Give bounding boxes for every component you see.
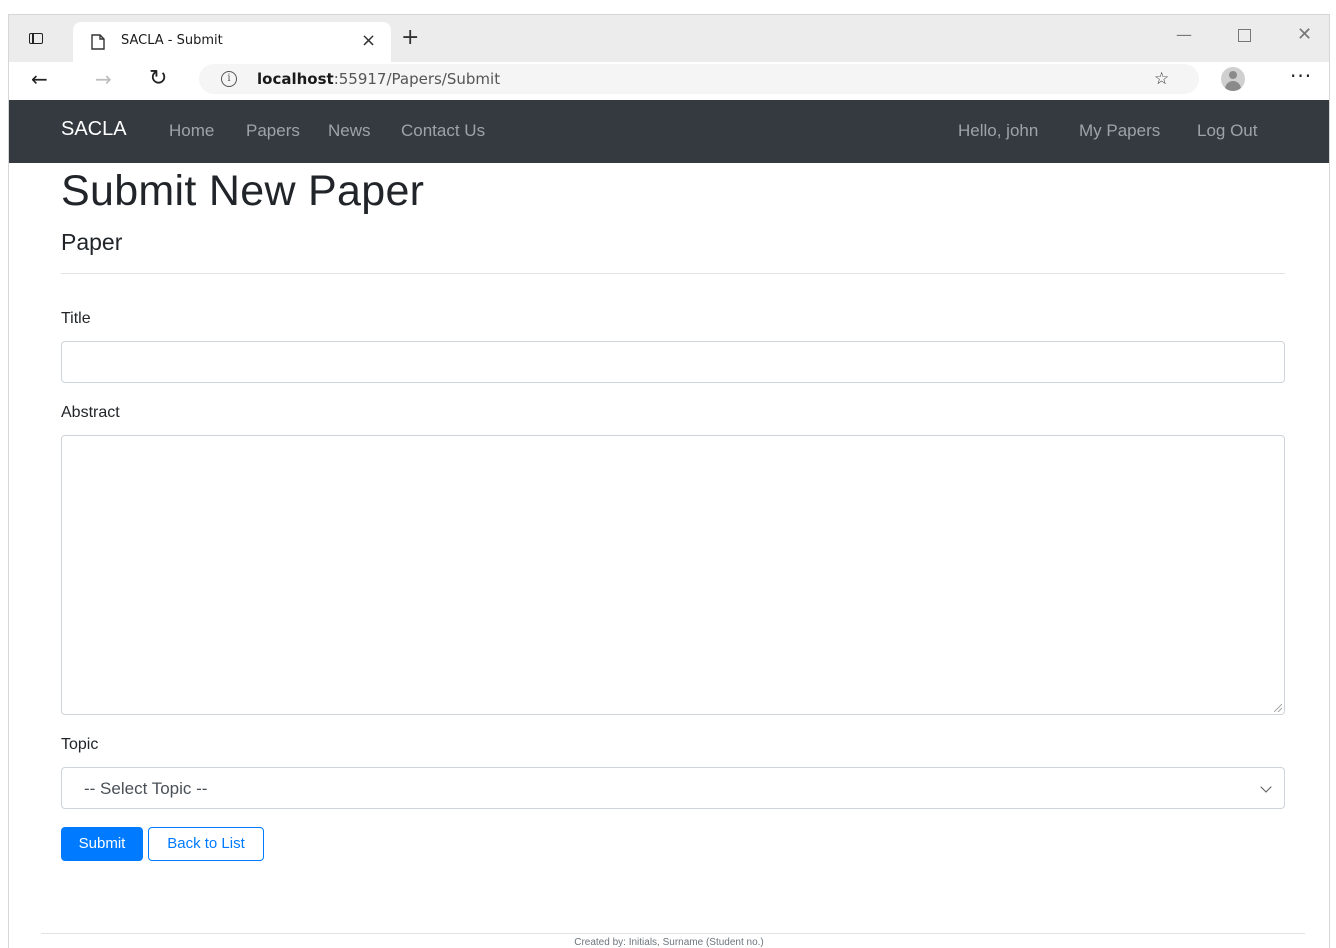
nav-link-my-papers[interactable]: My Papers xyxy=(1079,121,1160,141)
info-icon[interactable]: i xyxy=(221,71,237,87)
profile-icon[interactable] xyxy=(1221,67,1245,91)
maximize-icon[interactable] xyxy=(1238,29,1251,42)
close-tab-icon[interactable]: × xyxy=(361,30,376,52)
minimize-icon[interactable]: — xyxy=(1176,25,1192,45)
section-heading: Paper xyxy=(61,229,123,255)
topic-label: Topic xyxy=(61,736,99,753)
address-bar: ← → ↻ i localhost:55917/Papers/Submit ☆ … xyxy=(9,62,1329,101)
nav-link-contact-us[interactable]: Contact Us xyxy=(401,121,485,141)
page-icon xyxy=(91,34,105,50)
back-icon[interactable]: ← xyxy=(31,68,48,90)
user-greeting-link[interactable]: Hello, john xyxy=(958,121,1038,141)
reload-icon[interactable]: ↻ xyxy=(149,68,167,90)
url-host: localhost xyxy=(257,70,334,88)
abstract-label: Abstract xyxy=(61,404,120,421)
tab-actions-icon[interactable] xyxy=(26,31,46,47)
url-text[interactable]: localhost:55917/Papers/Submit xyxy=(257,70,500,88)
url-field[interactable]: i localhost:55917/Papers/Submit ☆ xyxy=(199,64,1199,94)
chevron-down-icon xyxy=(1260,781,1272,793)
footer-divider xyxy=(41,933,1305,934)
title-input[interactable] xyxy=(61,341,1285,383)
favorite-icon[interactable]: ☆ xyxy=(1154,69,1169,89)
title-label: Title xyxy=(61,310,91,327)
close-window-icon[interactable]: ✕ xyxy=(1297,25,1312,45)
nav-link-papers[interactable]: Papers xyxy=(246,121,300,141)
topic-select[interactable]: -- Select Topic -- xyxy=(61,767,1285,809)
site-navbar: SACLA Home Papers News Contact Us Hello,… xyxy=(9,100,1329,163)
nav-link-news[interactable]: News xyxy=(328,121,371,141)
forward-icon[interactable]: → xyxy=(95,68,112,90)
new-tab-icon[interactable]: + xyxy=(401,27,419,49)
more-icon[interactable]: ··· xyxy=(1290,64,1312,88)
logout-link[interactable]: Log Out xyxy=(1197,121,1258,141)
browser-window: SACLA - Submit × + — ✕ ← → ↻ i localhost… xyxy=(8,14,1330,948)
nav-link-home[interactable]: Home xyxy=(169,121,214,141)
divider xyxy=(61,273,1285,274)
back-to-list-button[interactable]: Back to List xyxy=(148,827,264,861)
browser-tab[interactable]: SACLA - Submit × xyxy=(73,22,391,62)
topic-select-value: -- Select Topic -- xyxy=(84,779,208,798)
submit-button[interactable]: Submit xyxy=(61,827,143,861)
footer-text: Created by: Initials, Surname (Student n… xyxy=(574,937,764,948)
tab-title: SACLA - Submit xyxy=(121,33,223,48)
page-title: Submit New Paper xyxy=(61,167,425,215)
brand-link[interactable]: SACLA xyxy=(61,118,127,141)
tab-strip: SACLA - Submit × + — ✕ xyxy=(9,15,1329,62)
resize-handle-icon[interactable] xyxy=(1274,704,1282,712)
abstract-textarea[interactable] xyxy=(61,435,1285,715)
url-path: :55917/Papers/Submit xyxy=(333,70,501,88)
